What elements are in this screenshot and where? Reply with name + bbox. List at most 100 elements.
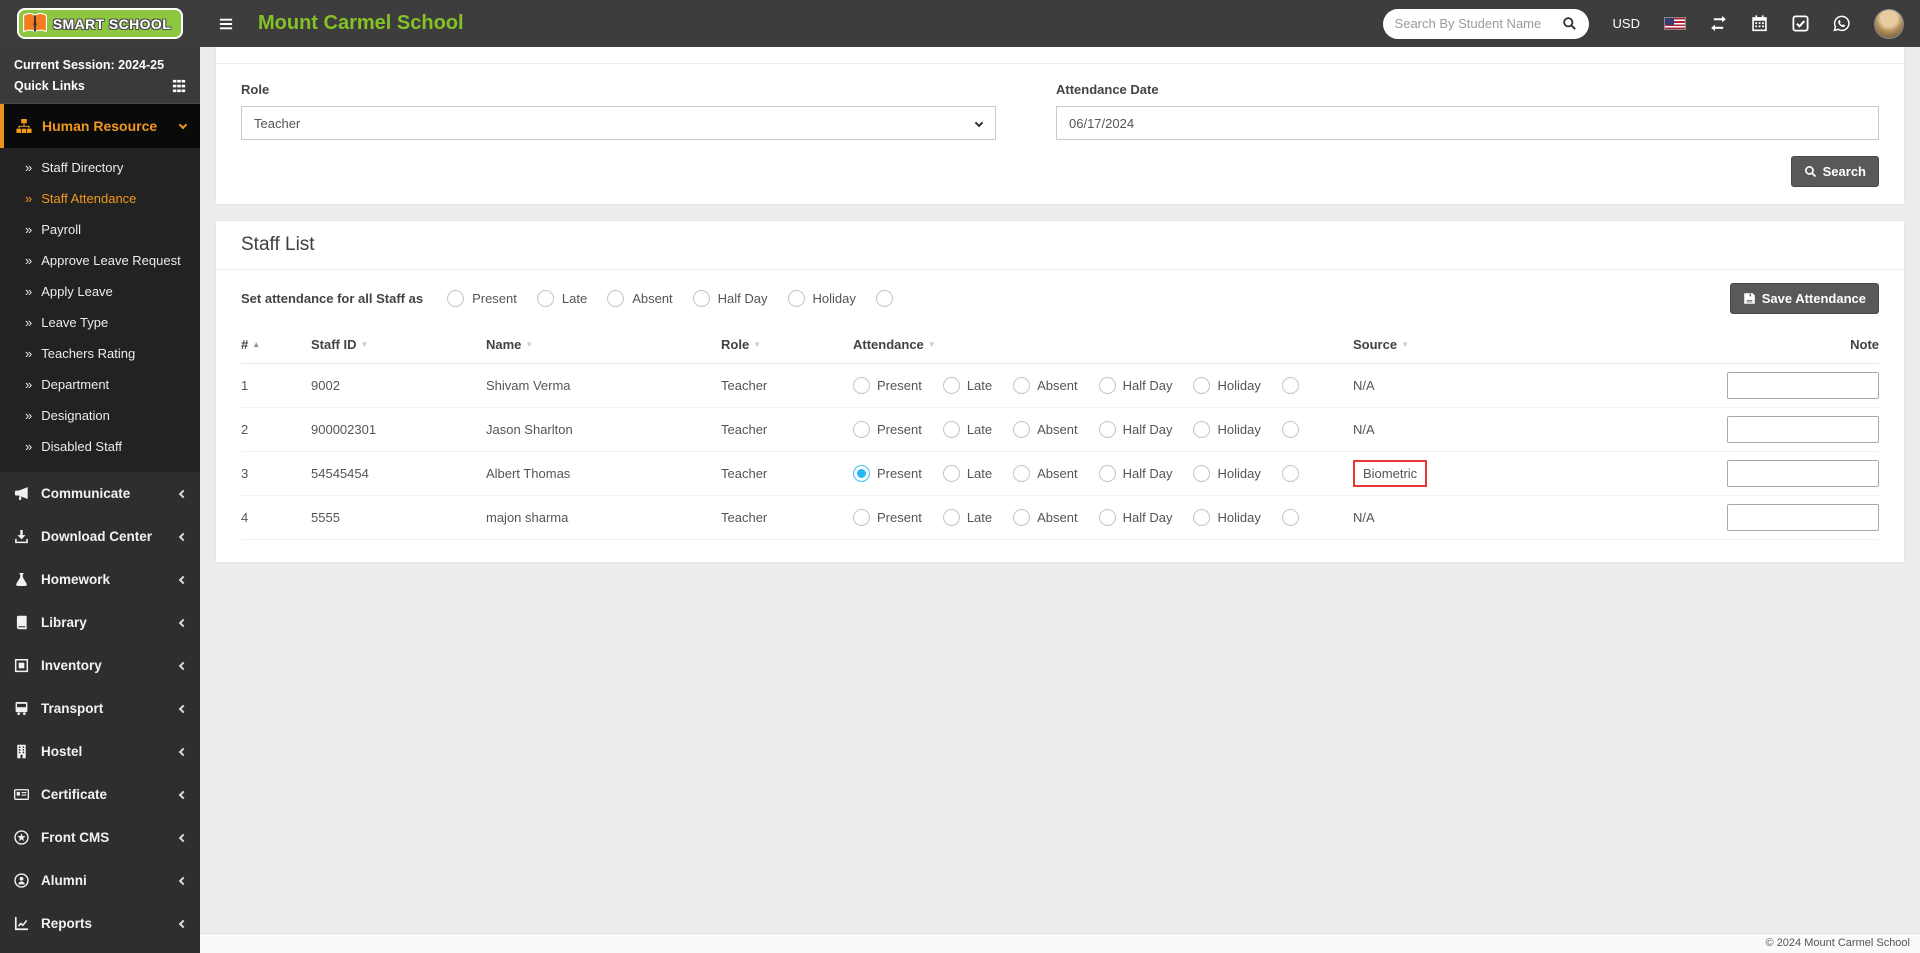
- radio-icon[interactable]: [1282, 509, 1299, 526]
- smart-school-logo[interactable]: SMART SCHOOL: [17, 8, 183, 39]
- attendance-option-present[interactable]: Present: [853, 377, 922, 394]
- attendance-option-half-day[interactable]: Half Day: [1099, 421, 1173, 438]
- save-attendance-button[interactable]: Save Attendance: [1730, 283, 1879, 314]
- setall-option-blank[interactable]: [876, 290, 893, 307]
- setall-option-holiday[interactable]: Holiday: [788, 290, 856, 307]
- attendance-option-half-day[interactable]: Half Day: [1099, 465, 1173, 482]
- sidebar-item-teachers-rating[interactable]: »Teachers Rating: [0, 338, 200, 369]
- attendance-option-half-day[interactable]: Half Day: [1099, 377, 1173, 394]
- radio-icon[interactable]: [693, 290, 710, 307]
- attendance-option-late[interactable]: Late: [943, 509, 992, 526]
- radio-icon[interactable]: [943, 465, 960, 482]
- logo[interactable]: SMART SCHOOL: [0, 8, 200, 39]
- radio-icon[interactable]: [1282, 377, 1299, 394]
- radio-icon[interactable]: [447, 290, 464, 307]
- radio-icon[interactable]: [853, 465, 870, 482]
- setall-option-present[interactable]: Present: [447, 290, 517, 307]
- column-header-name[interactable]: Name▼: [486, 326, 721, 364]
- sidebar-item-payroll[interactable]: »Payroll: [0, 214, 200, 245]
- column-header-role[interactable]: Role▼: [721, 326, 853, 364]
- setall-option-late[interactable]: Late: [537, 290, 587, 307]
- sidebar-item-apply-leave[interactable]: »Apply Leave: [0, 276, 200, 307]
- sidebar-item-leave-type[interactable]: »Leave Type: [0, 307, 200, 338]
- radio-icon[interactable]: [1193, 377, 1210, 394]
- hamburger-menu-icon[interactable]: [218, 17, 234, 31]
- attendance-option-blank[interactable]: [1282, 421, 1299, 438]
- radio-icon[interactable]: [1193, 465, 1210, 482]
- sidebar-group-download-center[interactable]: Download Center: [0, 515, 200, 558]
- sidebar-group-certificate[interactable]: Certificate: [0, 773, 200, 816]
- attendance-option-present[interactable]: Present: [853, 465, 922, 482]
- attendance-option-late[interactable]: Late: [943, 465, 992, 482]
- sidebar-group-reports[interactable]: Reports: [0, 902, 200, 945]
- sidebar-item-approve-leave-request[interactable]: »Approve Leave Request: [0, 245, 200, 276]
- note-input[interactable]: [1727, 460, 1879, 487]
- sidebar-item-department[interactable]: »Department: [0, 369, 200, 400]
- setall-option-half-day[interactable]: Half Day: [693, 290, 768, 307]
- sidebar-group-system-setting[interactable]: System Setting: [0, 945, 200, 953]
- sidebar-item-staff-attendance[interactable]: »Staff Attendance: [0, 183, 200, 214]
- attendance-option-half-day[interactable]: Half Day: [1099, 509, 1173, 526]
- sidebar-item-staff-directory[interactable]: »Staff Directory: [0, 152, 200, 183]
- search-input[interactable]: [1395, 16, 1554, 31]
- sidebar-group-library[interactable]: Library: [0, 601, 200, 644]
- attendance-option-absent[interactable]: Absent: [1013, 465, 1077, 482]
- attendance-date-input[interactable]: [1056, 106, 1879, 140]
- sidebar-item-designation[interactable]: »Designation: [0, 400, 200, 431]
- attendance-option-holiday[interactable]: Holiday: [1193, 509, 1260, 526]
- search-button[interactable]: Search: [1791, 156, 1879, 187]
- radio-icon[interactable]: [788, 290, 805, 307]
- attendance-option-present[interactable]: Present: [853, 421, 922, 438]
- attendance-option-blank[interactable]: [1282, 465, 1299, 482]
- sidebar-group-hostel[interactable]: Hostel: [0, 730, 200, 773]
- radio-icon[interactable]: [876, 290, 893, 307]
- note-input[interactable]: [1727, 504, 1879, 531]
- attendance-option-blank[interactable]: [1282, 509, 1299, 526]
- radio-icon[interactable]: [1013, 421, 1030, 438]
- attendance-option-present[interactable]: Present: [853, 509, 922, 526]
- radio-icon[interactable]: [1282, 421, 1299, 438]
- radio-icon[interactable]: [853, 509, 870, 526]
- column-header-attendance[interactable]: Attendance▼: [853, 326, 1353, 364]
- attendance-option-absent[interactable]: Absent: [1013, 377, 1077, 394]
- radio-icon[interactable]: [1099, 465, 1116, 482]
- radio-icon[interactable]: [1282, 465, 1299, 482]
- radio-icon[interactable]: [1013, 509, 1030, 526]
- exchange-icon[interactable]: [1710, 15, 1727, 32]
- attendance-option-holiday[interactable]: Holiday: [1193, 377, 1260, 394]
- radio-icon[interactable]: [943, 509, 960, 526]
- sidebar-group-alumni[interactable]: Alumni: [0, 859, 200, 902]
- attendance-option-late[interactable]: Late: [943, 377, 992, 394]
- attendance-option-holiday[interactable]: Holiday: [1193, 465, 1260, 482]
- setall-option-absent[interactable]: Absent: [607, 290, 672, 307]
- search-icon[interactable]: [1562, 16, 1577, 31]
- currency-selector[interactable]: USD: [1613, 16, 1640, 31]
- radio-icon[interactable]: [943, 421, 960, 438]
- radio-icon[interactable]: [537, 290, 554, 307]
- radio-icon[interactable]: [1099, 377, 1116, 394]
- radio-icon[interactable]: [1193, 421, 1210, 438]
- attendance-option-holiday[interactable]: Holiday: [1193, 421, 1260, 438]
- attendance-option-absent[interactable]: Absent: [1013, 421, 1077, 438]
- sidebar-group-front-cms[interactable]: Front CMS: [0, 816, 200, 859]
- attendance-option-absent[interactable]: Absent: [1013, 509, 1077, 526]
- radio-icon[interactable]: [607, 290, 624, 307]
- radio-icon[interactable]: [853, 377, 870, 394]
- attendance-option-late[interactable]: Late: [943, 421, 992, 438]
- radio-icon[interactable]: [1013, 465, 1030, 482]
- column-header-source[interactable]: Source▼: [1353, 326, 1726, 364]
- radio-icon[interactable]: [1013, 377, 1030, 394]
- sidebar-group-communicate[interactable]: Communicate: [0, 472, 200, 515]
- role-select[interactable]: Teacher: [241, 106, 996, 140]
- note-input[interactable]: [1727, 416, 1879, 443]
- us-flag-icon[interactable]: [1664, 17, 1686, 30]
- whatsapp-icon[interactable]: [1833, 15, 1850, 32]
- sidebar-group-transport[interactable]: Transport: [0, 687, 200, 730]
- radio-icon[interactable]: [1099, 421, 1116, 438]
- task-check-icon[interactable]: [1792, 15, 1809, 32]
- radio-icon[interactable]: [1193, 509, 1210, 526]
- user-avatar[interactable]: [1874, 9, 1904, 39]
- grid-icon[interactable]: [172, 79, 186, 93]
- sidebar-group-homework[interactable]: Homework: [0, 558, 200, 601]
- sidebar-item-disabled-staff[interactable]: »Disabled Staff: [0, 431, 200, 462]
